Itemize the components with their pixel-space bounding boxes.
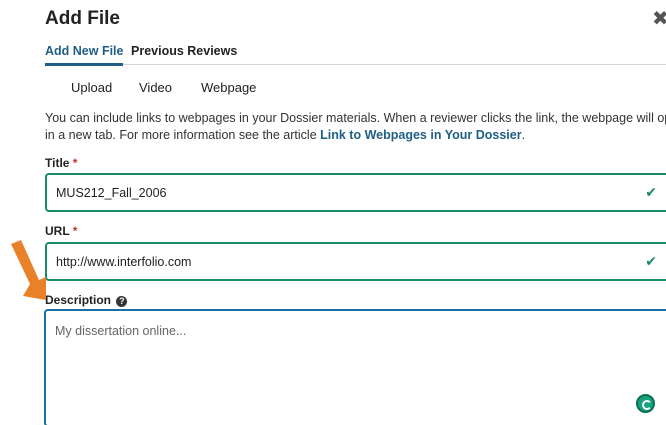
intro-line-2-suffix: .: [521, 128, 526, 142]
subtab-webpage[interactable]: Webpage: [201, 80, 256, 95]
grammar-assistant-icon[interactable]: [636, 394, 655, 413]
intro-line-2: in a new tab. For more information see t…: [45, 127, 666, 144]
dialog-title: Add File: [45, 8, 120, 29]
title-field[interactable]: MUS212_Fall_2006 ✔: [45, 173, 666, 212]
question-circle-icon[interactable]: ?: [116, 296, 128, 307]
tab-previous-reviews[interactable]: Previous Reviews: [131, 44, 237, 65]
description-label-text: Description: [45, 293, 112, 307]
check-icon: ✔: [645, 253, 657, 269]
required-marker: *: [72, 156, 78, 170]
arrow-annotation-icon: [11, 240, 46, 300]
required-marker: *: [72, 224, 78, 238]
intro-line-2-prefix: in a new tab. For more information see t…: [45, 128, 321, 142]
title-field-value: MUS212_Fall_2006: [56, 186, 167, 200]
url-field-value: http://www.interfolio.com: [56, 255, 192, 269]
intro-text: You can include links to webpages in you…: [45, 110, 666, 144]
description-textarea[interactable]: My dissertation online...: [44, 309, 666, 425]
description-placeholder: My dissertation online...: [55, 324, 187, 338]
url-label-text: URL: [45, 224, 70, 238]
url-field[interactable]: http://www.interfolio.com ✔: [45, 242, 666, 281]
tab-add-new-file[interactable]: Add New File: [45, 44, 124, 66]
intro-line-1: You can include links to webpages in you…: [45, 111, 666, 125]
subtab-upload[interactable]: Upload: [71, 80, 112, 95]
title-label-text: Title: [45, 156, 70, 170]
check-icon: ✔: [645, 184, 657, 200]
close-icon[interactable]: ✖: [652, 6, 666, 31]
webpages-article-link[interactable]: Link to Webpages in Your Dossier: [320, 128, 521, 142]
url-label: URL *: [45, 224, 77, 238]
description-label: Description ?: [45, 293, 128, 307]
subtab-video[interactable]: Video: [139, 80, 172, 95]
title-label: Title *: [45, 156, 77, 170]
tab-bar: Add New File Previous Reviews: [45, 43, 666, 66]
